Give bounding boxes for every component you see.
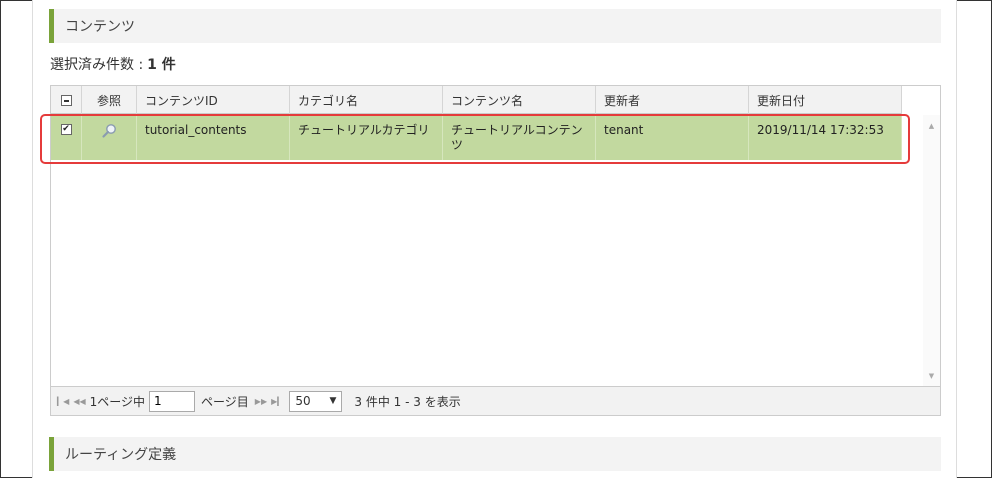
routing-section-header: ルーティング定義 [49, 437, 941, 471]
first-page-icon[interactable]: ▎◀ [57, 397, 69, 406]
column-header-updated-by[interactable]: 更新者 [596, 86, 749, 114]
contents-section-header: コンテンツ [49, 9, 941, 43]
vertical-scrollbar[interactable]: ▲ ▼ [923, 115, 940, 387]
row-checkbox-cell[interactable]: ✔ [51, 115, 82, 160]
column-header-reference: 参照 [82, 86, 137, 114]
contents-section-title: コンテンツ [65, 19, 135, 35]
pager-summary: 3 件中 1 - 3 を表示 [354, 394, 461, 409]
routing-section-title: ルーティング定義 [65, 447, 177, 463]
row-reference-cell[interactable] [82, 115, 137, 160]
header-checkbox-cell[interactable] [51, 86, 82, 114]
row-updated-by: tenant [596, 115, 749, 160]
prev-page-icon[interactable]: ◀◀ [73, 397, 85, 406]
column-header-category-name[interactable]: カテゴリ名 [290, 86, 443, 114]
grid-header: 参照 コンテンツID カテゴリ名 コンテンツ名 更新者 更新日付 [51, 86, 902, 114]
row-category-name: チュートリアルカテゴリ [290, 115, 443, 160]
minus-checkbox-icon[interactable] [60, 94, 72, 106]
row-content-name: チュートリアルコンテンツ [443, 115, 596, 160]
selected-count-label: 選択済み件数 : [50, 57, 144, 73]
page-size-select[interactable]: 50 ▼ [289, 390, 343, 412]
chevron-down-icon: ▼ [329, 396, 337, 406]
page-prefix: 1ページ中 [89, 394, 146, 409]
page-number-input[interactable] [149, 390, 196, 412]
column-header-content-id[interactable]: コンテンツID [137, 86, 290, 114]
next-page-icon[interactable]: ▶▶ [255, 397, 267, 406]
contents-grid: 参照 コンテンツID カテゴリ名 コンテンツ名 更新者 更新日付 ✔ tutor… [50, 85, 941, 416]
page-size-value: 50 [295, 394, 311, 408]
magnifier-icon[interactable] [101, 123, 117, 139]
last-page-icon[interactable]: ▶▎ [271, 397, 283, 406]
selected-count: 選択済み件数 : 1 件 [50, 54, 176, 74]
selected-count-value: 1 件 [147, 57, 176, 73]
row-updated-at: 2019/11/14 17:32:53 [749, 115, 902, 160]
column-header-content-name[interactable]: コンテンツ名 [443, 86, 596, 114]
page-suffix: ページ目 [201, 394, 249, 409]
scroll-up-icon[interactable]: ▲ [923, 119, 940, 133]
column-header-updated-at[interactable]: 更新日付 [749, 86, 902, 114]
pager: ▎◀ ◀◀ 1ページ中 ページ目 ▶▶ ▶▎ 50 ▼ 3 件中 1 - 3 を… [51, 386, 940, 415]
scroll-down-icon[interactable]: ▼ [923, 369, 940, 383]
row-content-id: tutorial_contents [137, 115, 290, 160]
checkbox-checked-icon[interactable]: ✔ [60, 124, 72, 135]
table-row[interactable]: ✔ tutorial_contents チュートリアルカテゴリ チュートリアルコ… [51, 115, 902, 160]
